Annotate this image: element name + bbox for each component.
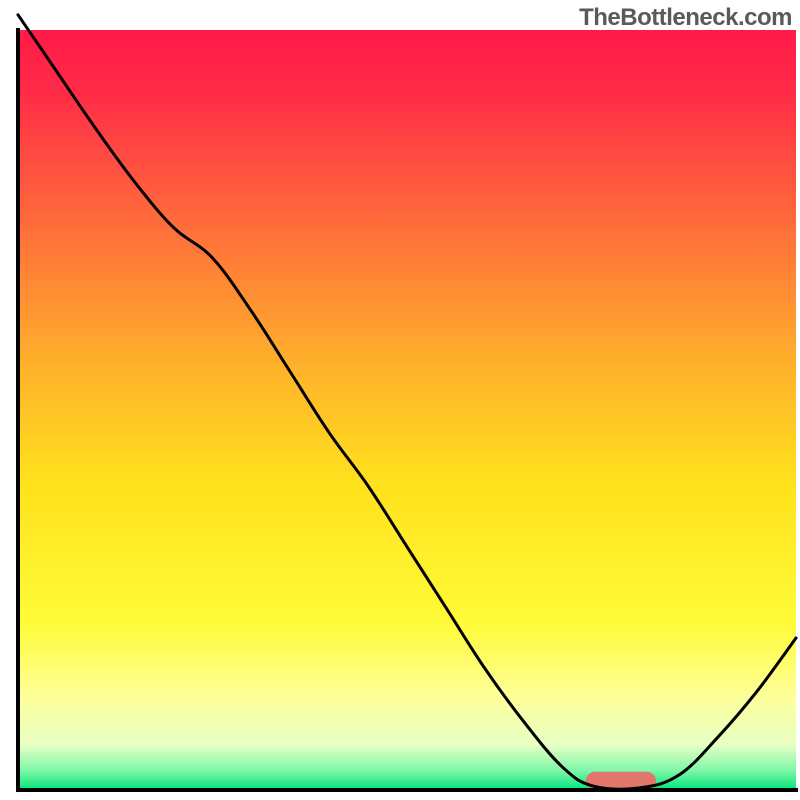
chart-container: TheBottleneck.com <box>0 0 800 800</box>
watermark-text: TheBottleneck.com <box>579 4 792 32</box>
bottleneck-chart <box>0 0 800 800</box>
gradient-background <box>18 30 796 790</box>
